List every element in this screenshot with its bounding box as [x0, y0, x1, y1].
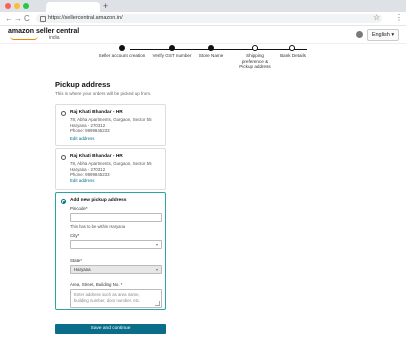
back-icon[interactable]: ←	[5, 13, 13, 24]
page-subtitle: This is where your orders will be picked…	[55, 91, 152, 96]
forward-icon[interactable]: →	[14, 13, 22, 24]
step-2-marker	[169, 45, 175, 51]
browser-menu-icon[interactable]: ⋮	[395, 12, 403, 24]
url-text: https://sellercentral.amazon.in/	[48, 15, 123, 21]
step-2-label: Verify GST number	[152, 53, 192, 58]
state-select[interactable]: Haryana ▾	[70, 265, 162, 274]
resize-handle-icon[interactable]	[155, 301, 160, 306]
step-1-marker	[119, 45, 125, 51]
chevron-down-icon: ▾	[155, 242, 158, 247]
pincode-help: This has to be within Haryana	[70, 224, 126, 229]
address-name: Raj Khati Bhandar - HR	[70, 154, 123, 159]
lock-icon	[40, 16, 46, 22]
language-selector[interactable]: English ▾	[367, 29, 399, 41]
logo-region: india	[49, 35, 60, 41]
edit-address-link[interactable]: Edit address	[70, 178, 94, 184]
chevron-down-icon: ▾	[155, 267, 158, 272]
page-title: Pickup address	[55, 80, 111, 89]
reload-icon[interactable]: C	[24, 13, 30, 24]
edit-address-link[interactable]: Edit address	[70, 136, 94, 142]
pincode-input[interactable]	[70, 213, 162, 222]
city-select[interactable]: ▾	[70, 240, 162, 249]
step-4-label: Shipping preference & Pickup address	[239, 53, 271, 69]
new-tab-icon[interactable]: +	[103, 1, 108, 11]
new-address-heading: Add new pickup address	[70, 198, 127, 203]
globe-icon	[356, 31, 363, 38]
onboarding-stepper: Seller account creation Verify GST numbe…	[92, 44, 307, 69]
new-address-radio[interactable]	[61, 199, 66, 204]
maximize-window-icon[interactable]	[23, 3, 29, 9]
address-radio[interactable]	[61, 111, 66, 116]
street-textarea[interactable]: Enter address such as area name, buildin…	[70, 289, 162, 308]
step-4-marker	[252, 45, 258, 51]
stepper-track	[130, 48, 307, 50]
address-phone: Phone: 9999845233	[70, 128, 110, 133]
street-label: Area, Street, Building No. *	[70, 282, 123, 287]
state-value: Haryana	[74, 267, 91, 272]
browser-toolbar: ← → C https://sellercentral.amazon.in/ ☆…	[0, 12, 406, 26]
step-3-marker	[208, 45, 214, 51]
step-1-label: Seller account creation	[98, 53, 146, 58]
step-5-label: Bank Details	[280, 53, 306, 58]
new-address-card[interactable]: Add new pickup address Pincode* This has…	[55, 192, 166, 310]
address-bar[interactable]: https://sellercentral.amazon.in/	[36, 14, 382, 23]
amazon-seller-central-logo[interactable]: amazon seller central	[8, 28, 79, 36]
address-phone: Phone: 9999845233	[70, 172, 110, 177]
bookmark-star-icon[interactable]: ☆	[373, 12, 380, 24]
step-5-marker	[289, 45, 295, 51]
close-window-icon[interactable]	[5, 3, 11, 9]
address-name: Raj Khati Bhandar - HR	[70, 110, 123, 115]
site-header: amazon seller central india English ▾	[0, 26, 406, 44]
save-and-continue-button[interactable]: Save and continue	[55, 324, 166, 334]
address-card[interactable]: Raj Khati Bhandar - HR 78, Abha Apartmen…	[55, 104, 166, 146]
browser-titlebar: +	[0, 0, 406, 12]
amazon-smile-icon	[10, 36, 38, 40]
minimize-window-icon[interactable]	[14, 3, 20, 9]
browser-tab[interactable]	[46, 2, 100, 12]
address-card[interactable]: Raj Khati Bhandar - HR 78, Abha Apartmen…	[55, 148, 166, 190]
city-label: City*	[70, 233, 80, 238]
street-placeholder: Enter address such as area name, buildin…	[74, 292, 141, 303]
step-3-label: Store Name	[198, 53, 224, 58]
pincode-label: Pincode*	[70, 206, 88, 211]
address-radio[interactable]	[61, 155, 66, 160]
state-label: State*	[70, 258, 82, 263]
